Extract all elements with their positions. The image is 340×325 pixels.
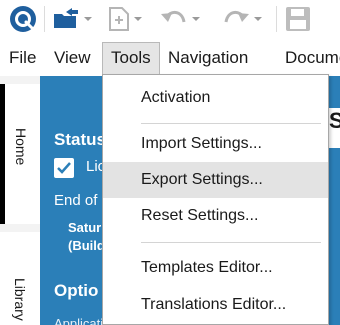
new-file-button[interactable] bbox=[108, 4, 142, 34]
menu-item-translations-editor[interactable]: Translations Editor... bbox=[103, 287, 328, 323]
tab-library-label: Library bbox=[12, 278, 28, 321]
menu-file[interactable]: File bbox=[1, 42, 44, 74]
end-of-label: End of l bbox=[54, 192, 105, 209]
menu-item-import-settings[interactable]: Import Settings... bbox=[103, 126, 328, 162]
undo-button[interactable] bbox=[160, 4, 200, 34]
menu-view[interactable]: View bbox=[46, 42, 99, 74]
redo-button[interactable] bbox=[222, 4, 262, 34]
tools-menu: Activation Import Settings... Export Set… bbox=[102, 74, 329, 325]
open-folder-icon bbox=[52, 6, 80, 32]
menu-document[interactable]: Documer bbox=[277, 42, 340, 74]
application-label: Applicati bbox=[54, 316, 104, 325]
tab-home-label: Home bbox=[13, 128, 29, 166]
menu-bar: File View Tools Navigation Documer bbox=[0, 42, 340, 76]
right-pane-letter: S bbox=[329, 108, 340, 133]
status-title: Status bbox=[54, 130, 106, 149]
open-folder-button[interactable] bbox=[52, 4, 92, 34]
save-button[interactable] bbox=[284, 4, 312, 34]
menu-item-reset-settings[interactable]: Reset Settings... bbox=[103, 198, 328, 234]
tab-home[interactable]: Home bbox=[0, 84, 40, 224]
options-title: Optio bbox=[54, 281, 99, 300]
menu-item-templates-editor[interactable]: Templates Editor... bbox=[103, 250, 328, 286]
app-logo-icon[interactable] bbox=[8, 4, 38, 34]
undo-icon bbox=[160, 8, 188, 30]
toolbar bbox=[0, 0, 340, 40]
save-icon bbox=[284, 5, 312, 33]
menu-tools[interactable]: Tools bbox=[102, 42, 160, 74]
checkmark-icon bbox=[57, 162, 71, 174]
tab-library[interactable]: Library bbox=[0, 232, 40, 325]
menu-navigation[interactable]: Navigation bbox=[160, 42, 256, 74]
menu-item-export-settings[interactable]: Export Settings... bbox=[103, 162, 328, 198]
date-text: Satur (Build bbox=[68, 220, 105, 253]
new-file-icon bbox=[108, 6, 130, 32]
license-checkbox[interactable] bbox=[54, 158, 74, 178]
redo-icon bbox=[222, 8, 250, 30]
menu-item-activation[interactable]: Activation bbox=[103, 80, 328, 116]
